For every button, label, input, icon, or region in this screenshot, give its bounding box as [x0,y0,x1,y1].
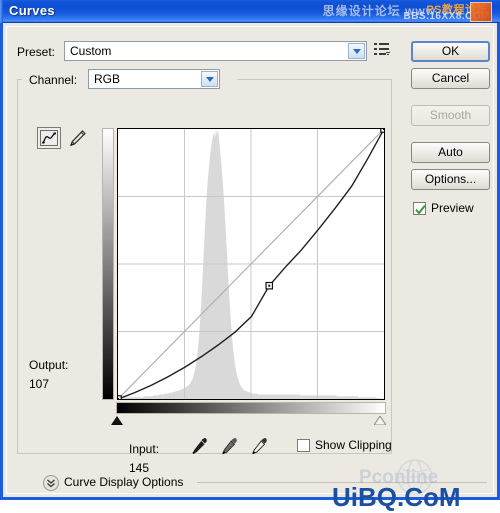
dialog-body: Preset: Custom Channel: RGB Output: 107 … [0,23,500,512]
curve-control-point-center [268,284,271,287]
input-value: 145 [129,461,150,475]
curve-display-options-rule [197,482,487,483]
input-gradient-ramp [116,402,386,414]
globe-icon [397,459,433,495]
cancel-button[interactable]: Cancel [411,68,490,89]
chevron-down-icon [352,49,361,54]
curve-tool-button[interactable] [37,127,61,149]
preset-label: Preset: [17,45,56,59]
eyedropper-group [190,435,275,457]
channel-label: Channel: [29,73,78,87]
ok-button[interactable]: OK [411,41,490,62]
preset-value: Custom [70,44,112,58]
options-button[interactable]: Options... [411,169,490,190]
watermark-bottom: UiBQ.CoM [332,482,461,512]
auto-button[interactable]: Auto [411,142,490,163]
channel-dropdown[interactable]: RGB [88,69,220,89]
checkmark-icon [415,204,426,215]
chevron-double-down-icon [47,479,55,488]
title-bar[interactable]: Curves 思缘设计论坛 www PS教程论坛 BBS.16XX8.COM [0,0,500,23]
show-clipping-label[interactable]: Show Clipping [315,438,392,452]
curve-control-point-center [118,398,119,399]
smooth-button: Smooth [411,105,490,126]
chevron-down-icon [205,77,214,82]
preset-dropdown-arrow-box[interactable] [348,43,365,59]
curve-display-options-label[interactable]: Curve Display Options [64,475,183,489]
dialog-inner-panel: Preset: Custom Channel: RGB Output: 107 … [6,26,494,512]
curve-display-options-toggle[interactable] [43,475,59,491]
preview-checkbox[interactable] [413,202,426,215]
page-title: Curves [9,3,55,18]
show-clipping-checkbox[interactable] [297,439,310,452]
title-bar-edge [0,0,3,23]
output-gradient-ramp [102,128,114,400]
set-black-point-eyedropper[interactable] [190,435,212,457]
set-gray-point-eyedropper[interactable] [220,435,242,457]
channel-dropdown-arrow-box[interactable] [201,71,218,87]
watermark-line-3: PS教程论坛 [426,4,488,16]
curve-tool-icon [40,130,58,146]
preview-label[interactable]: Preview [431,201,474,215]
preset-dropdown[interactable]: Custom [64,41,367,61]
set-white-point-eyedropper[interactable] [250,435,272,457]
white-point-slider[interactable] [374,416,386,425]
pencil-tool-button[interactable] [65,127,89,149]
output-value: 107 [29,377,50,391]
watermark-line-2: BBS.16XX8.COM [403,11,490,22]
curve-plot-svg [118,129,384,399]
curve-control-point-center [383,129,384,130]
curve-plot-area[interactable] [117,128,385,400]
black-point-slider[interactable] [111,416,123,425]
watermark-title: 思缘设计论坛 www PS教程论坛 BBS.16XX8.COM [244,1,494,23]
curve-graph[interactable] [102,128,387,425]
watermark-globe: Pconline [357,459,477,509]
input-label: Input: [129,442,160,456]
output-label: Output: [29,358,69,372]
preset-menu-icon[interactable] [374,42,390,57]
pencil-tool-icon [70,130,86,147]
channel-value: RGB [94,72,121,86]
watermark-badge [470,2,492,22]
curves-dialog: Curves 思缘设计论坛 www PS教程论坛 BBS.16XX8.COM P… [0,0,500,512]
watermark-globe-text: Pconline [359,467,439,488]
watermark-line-1: 思缘设计论坛 www [322,4,436,18]
